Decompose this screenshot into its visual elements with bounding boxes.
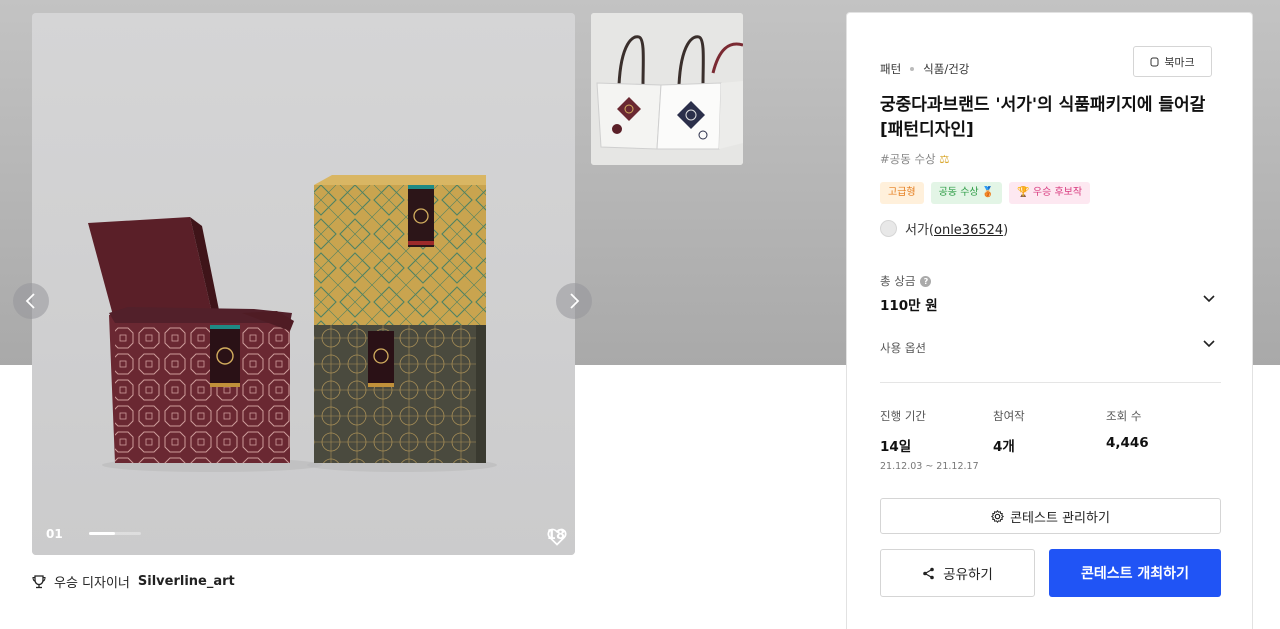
manage-contest-button[interactable]: 콘테스트 관리하기 — [880, 498, 1221, 534]
divider — [880, 382, 1221, 383]
badge-joint-award-label: 공동 수상 — [938, 187, 979, 198]
previous-slide-button[interactable] — [13, 283, 49, 319]
contest-owner: 서가(onle36524) — [880, 219, 1008, 238]
help-icon[interactable]: ? — [920, 275, 932, 287]
stat-views-label: 조회 수 — [1106, 409, 1142, 423]
stat-period-range: 21.12.03 ~ 21.12.17 — [880, 461, 979, 472]
stat-period-value: 14일 — [880, 439, 912, 455]
winner-prefix: 우승 디자이너 — [54, 576, 130, 591]
usage-option-label[interactable]: 사용 옵션 — [880, 340, 926, 356]
chevron-down-icon[interactable] — [1202, 339, 1216, 349]
stat-entries-label: 참여작 — [993, 409, 1025, 423]
slide-counter: 01 — [46, 527, 63, 541]
manage-contest-label: 콘테스트 관리하기 — [1010, 510, 1110, 526]
stat-views-value: 4,446 — [1106, 435, 1149, 451]
prize-label: 총 상금 ? — [880, 273, 932, 289]
owner-id-link[interactable]: onle36524 — [934, 223, 1003, 238]
slide-progress-bar — [89, 532, 141, 535]
breadcrumb-subcategory[interactable]: 식품/건강 — [923, 61, 969, 77]
prize-label-text: 총 상금 — [880, 274, 916, 288]
share-button[interactable]: 공유하기 — [880, 549, 1035, 597]
share-label: 공유하기 — [943, 567, 993, 583]
chevron-left-icon — [25, 293, 35, 309]
stat-entries: 참여작 4개 — [993, 408, 1025, 455]
stat-period-label: 진행 기간 — [880, 409, 926, 423]
avatar — [880, 220, 897, 237]
badge-joint-award: 공동 수상 🥉 — [930, 182, 1003, 204]
shopping-bags-thumbnail — [591, 13, 743, 165]
owner-name: 서가(onle36524) — [905, 223, 1009, 238]
stat-period: 진행 기간 14일 21.12.03 ~ 21.12.17 — [880, 408, 979, 472]
contest-title: 궁중다과브랜드 '서가'의 식품패키지에 들어갈 [패턴디자인] — [880, 95, 1206, 140]
breadcrumb-separator — [910, 67, 915, 71]
scale-emoji-icon: ⚖ — [939, 152, 950, 166]
stat-views: 조회 수 4,446 — [1106, 408, 1149, 451]
hashtag-text: #공동 수상 — [880, 152, 936, 166]
winner-name[interactable]: Silverline_art — [138, 574, 235, 589]
share-icon — [923, 567, 934, 579]
trophy-small-icon: 🏆 — [1017, 187, 1030, 198]
stat-entries-value: 4개 — [993, 439, 1015, 455]
winner-designer: 우승 디자이너 Silverline_art — [32, 572, 235, 591]
bookmark-label: 북마크 — [1164, 55, 1195, 69]
next-slide-button[interactable] — [556, 283, 592, 319]
heart-icon — [547, 528, 567, 546]
host-contest-button[interactable]: 콘테스트 개최하기 — [1049, 549, 1221, 597]
trophy-icon — [32, 574, 46, 588]
hashtag: #공동 수상 ⚖ — [880, 151, 950, 167]
badge-premium: 고급형 — [880, 182, 924, 204]
badge-winner-candidate: 🏆 우승 후보작 — [1009, 182, 1091, 204]
medal-icon: 🥉 — [981, 187, 995, 198]
like-button[interactable]: 18 — [547, 528, 567, 546]
bookmark-icon — [1150, 57, 1159, 66]
breadcrumb: 패턴 식품/건강 — [880, 61, 969, 77]
chevron-right-icon — [570, 293, 580, 309]
owner-display-name: 서가 — [905, 223, 929, 238]
main-image[interactable]: 01 18 — [32, 13, 575, 555]
bookmark-button[interactable]: 북마크 — [1133, 46, 1212, 77]
slide-progress-fill — [89, 532, 115, 535]
badge-winner-candidate-label: 우승 후보작 — [1032, 187, 1083, 198]
chevron-down-icon[interactable] — [1202, 294, 1216, 304]
product-mockup-image — [32, 13, 575, 555]
badge-list: 고급형 공동 수상 🥉 🏆 우승 후보작 — [880, 182, 1091, 204]
contest-info-panel: 패턴 식품/건강 북마크 궁중다과브랜드 '서가'의 식품패키지에 들어갈 [패… — [846, 12, 1253, 629]
gear-icon — [991, 509, 1005, 523]
thumbnail-image[interactable] — [591, 13, 743, 165]
prize-value: 110만 원 — [880, 298, 938, 314]
breadcrumb-category[interactable]: 패턴 — [880, 61, 901, 77]
